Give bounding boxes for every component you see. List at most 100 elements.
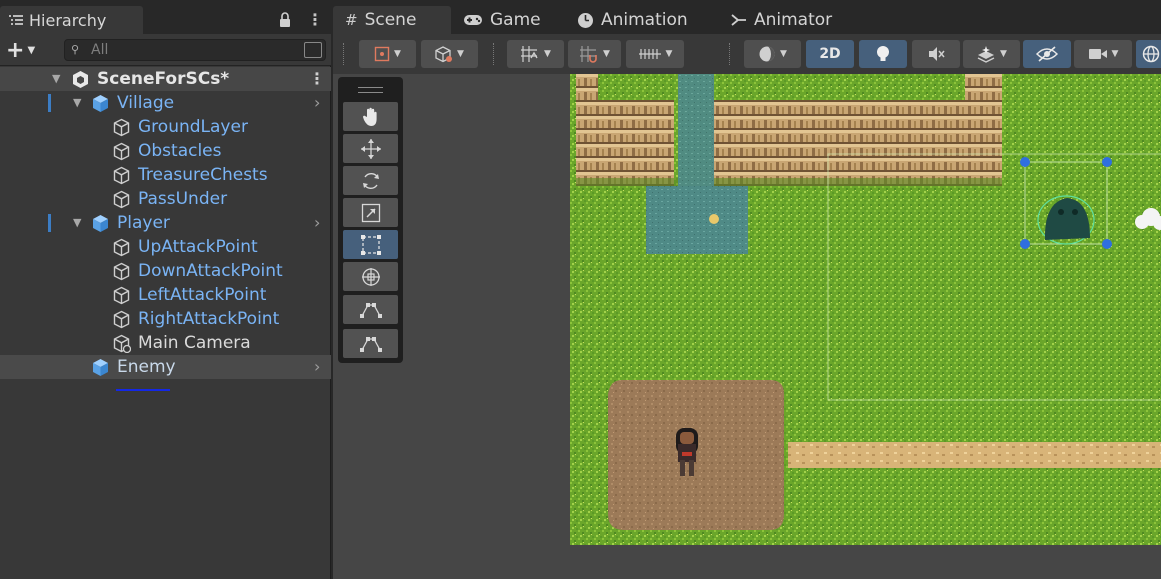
cliff-shadow (576, 178, 1002, 186)
cliff-wall (712, 100, 1002, 186)
caret-down-icon: ▼ (544, 49, 551, 59)
rect-transform-tool-button[interactable] (343, 230, 398, 259)
hierarchy-tab-bar: Hierarchy ⋮ (0, 0, 331, 34)
camera-settings-dropdown[interactable]: ▼ (1074, 40, 1132, 68)
tab-animation[interactable]: Animation (565, 6, 715, 34)
tree-item-player[interactable]: ▼ Player › (0, 211, 331, 235)
tree-item-upattackpoint[interactable]: UpAttackPoint (0, 235, 331, 259)
prefab-marker (48, 94, 51, 112)
scene-viewport[interactable] (333, 74, 1161, 579)
search-box: ⚲ (64, 39, 326, 61)
palette-grip[interactable] (358, 87, 383, 93)
fold-open-icon[interactable]: ▼ (73, 91, 81, 115)
game-world[interactable] (570, 74, 1161, 545)
grid-snap-icon (521, 46, 538, 62)
rect-transform-icon (360, 234, 381, 255)
kebab-menu-icon[interactable]: ⋮ (307, 11, 323, 29)
plus-icon: + (6, 37, 25, 63)
scene-row[interactable]: ▼ SceneForSCs* ⋮ (0, 67, 331, 91)
cliff-wall (576, 74, 598, 104)
tree-item-rightattackpoint[interactable]: RightAttackPoint (0, 307, 331, 331)
sand-path (788, 442, 1161, 468)
rect-handle[interactable] (1102, 157, 1112, 167)
effects-dropdown[interactable]: ▼ (963, 40, 1020, 68)
increment-snapping-dropdown[interactable]: ▼ (568, 40, 621, 68)
layers-fx-icon (977, 46, 995, 63)
search-input[interactable] (91, 42, 291, 58)
gamepad-icon (464, 15, 482, 25)
pivot-dropdown[interactable]: ▼ (421, 40, 478, 68)
edit-shape-icon (359, 336, 382, 352)
rotate-tool-button[interactable] (343, 166, 398, 195)
tree-item-obstacles[interactable]: Obstacles (0, 139, 331, 163)
tree-item-label: TreasureChests (138, 165, 268, 185)
drag-insert-indicator (116, 389, 170, 391)
move-tool-button[interactable] (343, 134, 398, 163)
tab-animator[interactable]: Animator (719, 6, 839, 34)
tab-game[interactable]: Game (451, 6, 565, 34)
fold-open-icon[interactable]: ▼ (52, 67, 60, 91)
gameobject-cube-icon (113, 190, 130, 209)
hand-tool-button[interactable] (343, 102, 398, 131)
grid-snapping-dropdown[interactable]: ▼ (507, 40, 564, 68)
hierarchy-panel: Hierarchy ⋮ +▼ ⚲ ▼ SceneForSCs* ⋮ (0, 0, 331, 579)
tree-item-treasurechests[interactable]: TreasureChests (0, 163, 331, 187)
tree-item-enemy[interactable]: Enemy › (0, 355, 331, 379)
hierarchy-toolbar: + ▼ ⚲ (0, 34, 331, 66)
tree-item-groundlayer[interactable]: GroundLayer (0, 115, 331, 139)
transform-tool-button[interactable] (343, 262, 398, 291)
clock-icon (578, 12, 593, 28)
scene-toolbar: ▼ ▼ ▼ ▼ ▼ ▼ 2D ▼ ▼ (333, 34, 1161, 74)
tree-item-downattackpoint[interactable]: DownAttackPoint (0, 259, 331, 283)
tab-label: Animator (754, 10, 833, 30)
search-mode-icon[interactable] (304, 42, 322, 58)
custom-tool-button-1[interactable] (343, 295, 398, 324)
caret-down-icon: ▼ (27, 44, 36, 56)
hand-icon (362, 107, 377, 126)
rect-tool-icon (374, 46, 390, 62)
animator-icon (731, 14, 746, 26)
tree-item-passunder[interactable]: PassUnder (0, 187, 331, 211)
move-arrows-icon (360, 138, 381, 159)
pond-item (709, 214, 719, 224)
tree-item-main-camera[interactable]: Main Camera (0, 331, 331, 355)
scale-tool-button[interactable] (343, 198, 398, 227)
tree-item-leftattackpoint[interactable]: LeftAttackPoint (0, 283, 331, 307)
eye-hidden-icon (1036, 46, 1058, 62)
tree-item-label: Player (117, 213, 170, 233)
tab-hierarchy[interactable]: Hierarchy (0, 6, 143, 34)
create-button[interactable]: + ▼ (6, 37, 50, 63)
lock-icon[interactable] (279, 12, 291, 28)
gizmo-globe-icon (1142, 45, 1160, 63)
scene-menu-icon[interactable]: ⋮ (309, 67, 325, 91)
shading-mode-dropdown[interactable]: ▼ (744, 40, 801, 68)
toolbar-separator (493, 43, 495, 65)
tree-item-village[interactable]: ▼ Village › (0, 91, 331, 115)
ruler-dropdown[interactable]: ▼ (626, 40, 684, 68)
waterfall (678, 74, 714, 192)
caret-down-icon: ▼ (1111, 49, 1119, 59)
toolbar-separator (729, 43, 731, 65)
custom-tool-button-2[interactable] (343, 329, 398, 358)
gameobject-cube-icon (113, 310, 130, 329)
rect-handle[interactable] (1020, 157, 1030, 167)
scene-visibility-toggle[interactable] (1023, 40, 1071, 68)
chevron-right-icon[interactable]: › (314, 355, 320, 379)
chevron-right-icon[interactable]: › (314, 211, 320, 235)
fold-open-icon[interactable]: ▼ (73, 211, 81, 235)
gizmos-toggle[interactable] (1136, 40, 1161, 68)
tab-scene[interactable]: # Scene (333, 6, 451, 34)
cliff-wall (965, 74, 1002, 104)
audio-toggle[interactable] (912, 40, 960, 68)
toolbar-grip (343, 43, 345, 65)
prefab-cube-icon (93, 95, 108, 112)
lighting-toggle[interactable] (859, 40, 907, 68)
chevron-right-icon[interactable]: › (314, 91, 320, 115)
gameobject-cube-icon (113, 166, 130, 185)
tree-item-label: PassUnder (138, 189, 228, 209)
rect-handle[interactable] (1102, 239, 1112, 249)
toggle-2d-button[interactable]: 2D (806, 40, 854, 68)
draw-mode-dropdown[interactable]: ▼ (359, 40, 416, 68)
tree-item-label: LeftAttackPoint (138, 285, 267, 305)
rect-handle[interactable] (1020, 239, 1030, 249)
